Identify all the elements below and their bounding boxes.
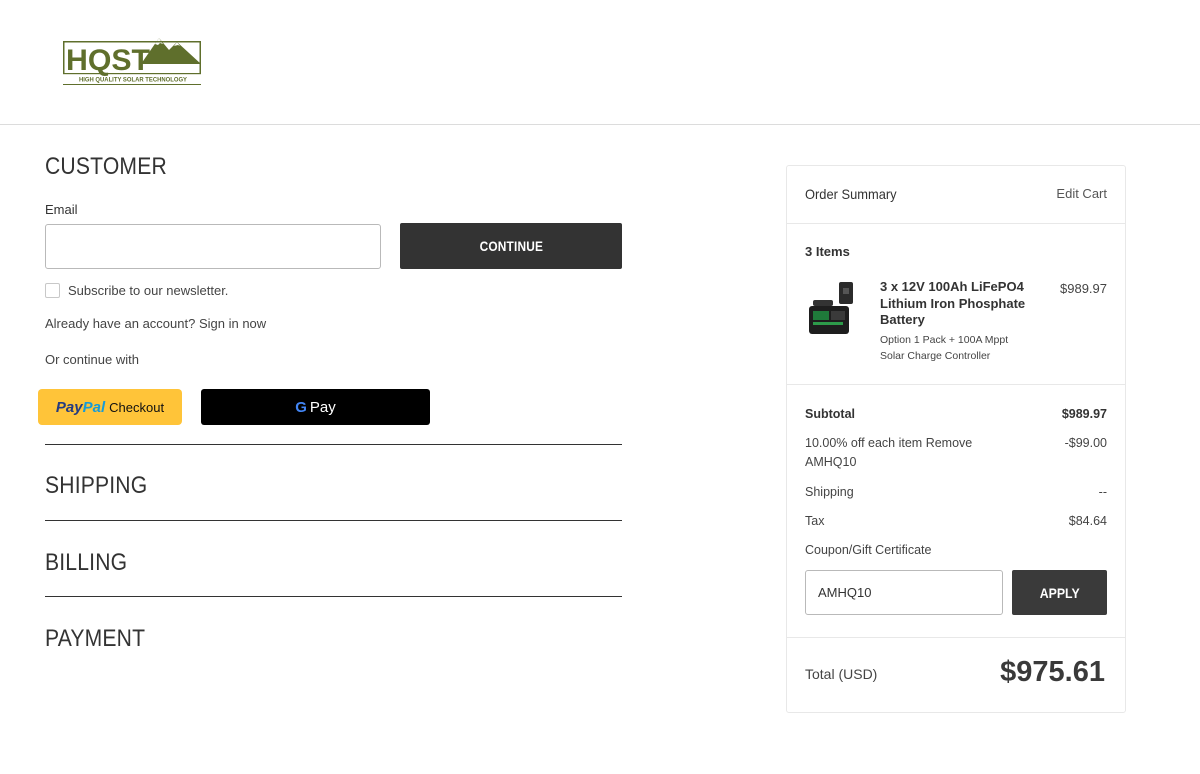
coupon-input[interactable] [805,570,1003,615]
shipping-value: -- [1098,485,1107,499]
newsletter-option[interactable]: Subscribe to our newsletter. [45,283,228,298]
email-field[interactable] [45,224,381,269]
product-option: Option 1 Pack + 100A Mppt Solar Charge C… [880,334,1009,362]
newsletter-checkbox[interactable] [45,283,60,298]
order-summary: Order Summary Edit Cart 3 Items 3 x 12V … [786,165,1126,713]
divider [45,596,622,597]
remove-coupon-link[interactable]: Remove [926,436,973,450]
continue-label: CONTINUE [479,238,543,254]
subtotal-label: Subtotal [805,407,855,421]
google-pay-button[interactable]: G Pay [201,389,430,425]
discount-text: 10.00% off each item [805,436,923,450]
header: HQST HIGH QUALITY SOLAR TECHNOLOGY [0,0,1200,125]
order-summary-header: Order Summary Edit Cart [787,166,1125,224]
subtotal-value: $989.97 [1061,407,1107,421]
discount-code: AMHQ10 [805,455,857,469]
total-label: Total (USD) [805,666,878,682]
sign-in-link[interactable]: Sign in now [199,316,266,331]
order-totals: Subtotal $989.97 10.00% off each item Re… [787,385,1125,638]
divider [45,520,622,521]
discount-value: -$99.00 [1064,436,1107,450]
shipping-label: Shipping [805,485,854,499]
items-count: 3 Items [805,244,850,259]
coupon-label: Coupon/Gift Certificate [805,543,932,557]
paypal-checkout-label: Checkout [109,399,165,415]
hqst-logo[interactable]: HQST HIGH QUALITY SOLAR TECHNOLOGY [63,34,201,86]
logo-wordmark: HQST [66,44,150,77]
account-text: Already have an account? [45,316,196,331]
tax-value: $84.64 [1068,514,1107,528]
google-pay-label: Pay [309,398,336,416]
total-value: $975.61 [1000,656,1105,688]
account-prompt: Already have an account? Sign in now [45,316,266,331]
email-label: Email [45,202,78,217]
billing-title[interactable]: BILLING [45,549,127,577]
tax-label: Tax [805,514,825,528]
product-price: $989.97 [1060,281,1107,296]
apply-coupon-button[interactable]: APPLY [1012,570,1107,615]
or-continue-text: Or continue with [45,352,139,367]
paypal-checkout-button[interactable]: PayPal Checkout [38,389,182,425]
order-summary-title: Order Summary [805,186,897,202]
edit-cart-link[interactable]: Edit Cart [1056,186,1107,201]
product-name: 3 x 12V 100Ah LiFePO4 Lithium Iron Phosp… [880,279,1026,327]
payment-title[interactable]: PAYMENT [45,625,145,653]
google-g-icon: G [295,398,307,416]
customer-title: CUSTOMER [45,153,167,180]
apply-label: APPLY [1039,584,1080,601]
logo-tagline: HIGH QUALITY SOLAR TECHNOLOGY [79,78,187,84]
shipping-title[interactable]: SHIPPING [45,472,147,500]
discount-line: 10.00% off each item Remove AMHQ10 [805,434,995,472]
divider [45,444,622,445]
paypal-logo: PayPal [55,398,106,416]
battery-product-image [809,282,853,334]
cart-items: 3 Items 3 x 12V 100Ah LiFePO4 Lithium Ir… [787,224,1125,385]
newsletter-label: Subscribe to our newsletter. [68,283,229,298]
continue-button[interactable]: CONTINUE [400,223,622,269]
